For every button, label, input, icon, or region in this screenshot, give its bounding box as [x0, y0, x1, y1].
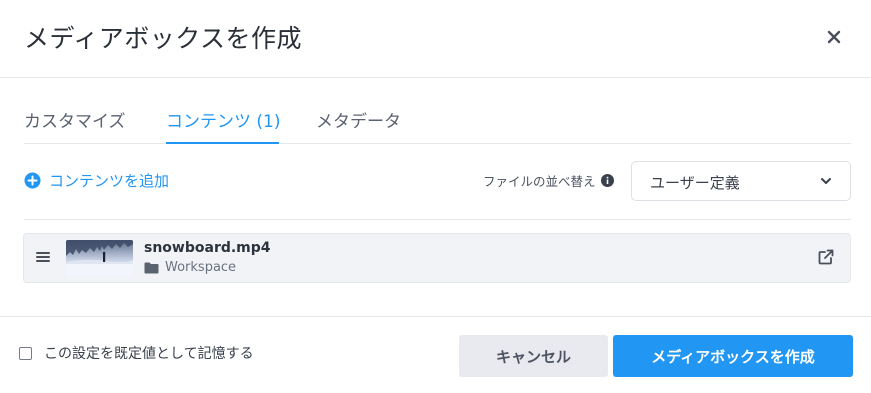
chevron-down-icon: [821, 178, 831, 184]
section-divider: [24, 219, 851, 220]
cancel-button[interactable]: キャンセル: [459, 335, 608, 377]
tab-contents[interactable]: コンテンツ (1): [166, 110, 280, 134]
plus-circle-icon: [24, 172, 41, 188]
remember-checkbox[interactable]: [19, 346, 32, 360]
add-content-label: コンテンツを追加: [49, 171, 170, 190]
content-list-item[interactable]: snowboard.mp4 Workspace: [23, 233, 851, 283]
sort-label-text: ファイルの並べ替え: [483, 174, 596, 189]
tab-metadata[interactable]: メタデータ: [316, 110, 401, 134]
dialog-title: メディアボックスを作成: [24, 24, 303, 53]
dialog-header: メディアボックスを作成: [0, 0, 871, 78]
folder-icon: [144, 262, 159, 273]
add-content-button[interactable]: コンテンツを追加: [24, 169, 169, 191]
remember-label: この設定を既定値として記憶する: [44, 346, 254, 362]
sort-select[interactable]: ユーザー定義: [631, 161, 851, 201]
create-mediabox-dialog: メディアボックスを作成 カスタマイズ コンテンツ (1) メタデータ コンテンツ…: [0, 0, 871, 393]
tab-bar: カスタマイズ コンテンツ (1) メタデータ: [24, 100, 851, 144]
content-location-text: Workspace: [165, 260, 237, 275]
info-icon[interactable]: [600, 174, 614, 187]
sort-select-value: ユーザー定義: [650, 174, 740, 192]
active-tab-indicator: [166, 142, 279, 144]
footer-divider: [0, 316, 871, 317]
tab-customize[interactable]: カスタマイズ: [24, 110, 126, 134]
external-link-icon[interactable]: [818, 249, 834, 265]
remember-settings: この設定を既定値として記憶する: [19, 343, 254, 363]
close-icon[interactable]: [825, 28, 843, 46]
content-filename: snowboard.mp4: [144, 240, 271, 256]
sort-label: ファイルの並べ替え: [483, 171, 614, 190]
drag-handle-icon[interactable]: [35, 250, 51, 264]
content-location: Workspace: [144, 260, 236, 275]
video-thumbnail: [66, 240, 133, 277]
create-mediabox-button[interactable]: メディアボックスを作成: [613, 335, 853, 377]
